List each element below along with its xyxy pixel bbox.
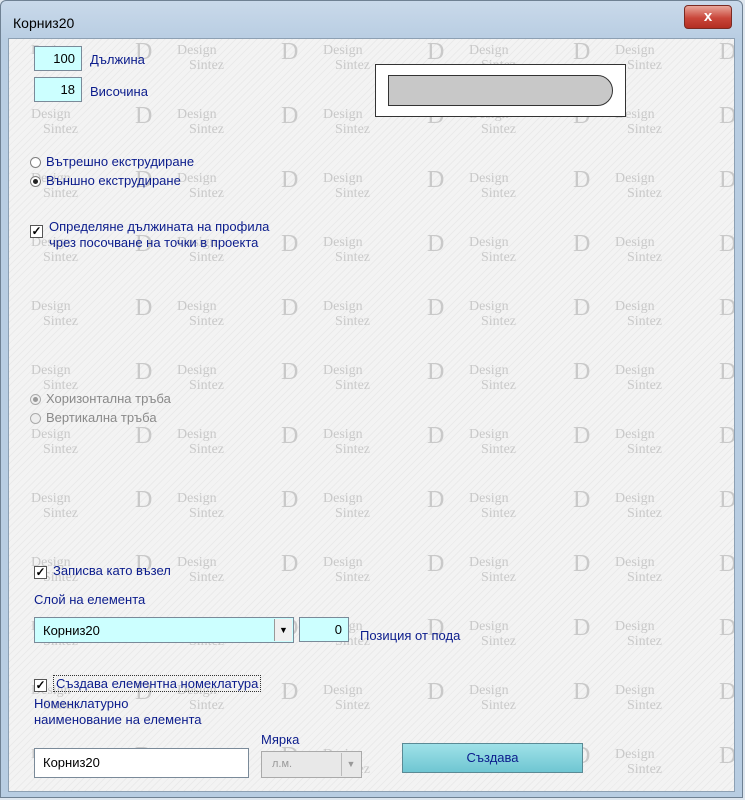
close-button[interactable]: x xyxy=(684,5,732,29)
watermark-tile: DDesignSintez xyxy=(427,551,516,585)
layer-select-value: Корниз20 xyxy=(43,623,100,638)
watermark-tile: DDesignSintez xyxy=(427,295,516,329)
watermark-tile: DDesignSintez xyxy=(573,744,662,777)
nomenclature-checkbox[interactable]: ✓ xyxy=(34,679,47,692)
length-label: Дължина xyxy=(90,52,145,67)
define-length-label-line1: Определяне дължината на профила xyxy=(49,219,270,234)
inner-extrusion-radio[interactable] xyxy=(30,157,41,168)
profile-preview xyxy=(375,64,626,117)
watermark-tile: DDesignSintez xyxy=(573,487,662,521)
watermark-tile: DDesignSintez xyxy=(719,487,735,513)
watermark-tile: DDesignSintez xyxy=(281,679,370,713)
watermark-tile: DDesignSintez xyxy=(31,427,78,457)
nomenclature-name-input[interactable]: Корниз20 xyxy=(34,748,249,778)
watermark-tile: DDesignSintez xyxy=(573,423,662,457)
save-as-node-checkbox[interactable]: ✓ xyxy=(34,566,47,579)
window-title: Корниз20 xyxy=(13,15,75,31)
watermark-tile: DDesignSintez xyxy=(719,231,735,257)
layer-label: Слой на елемента xyxy=(34,592,146,607)
watermark-tile: DDesignSintez xyxy=(135,295,224,329)
watermark-tile: DDesignSintez xyxy=(573,679,662,713)
watermark-tile: DDesignSintez xyxy=(719,39,735,65)
height-label: Височина xyxy=(90,84,148,99)
watermark-tile: DDesignSintez xyxy=(427,359,516,393)
watermark-tile: DDesignSintez xyxy=(427,167,516,201)
define-length-checkbox[interactable]: ✓ xyxy=(30,225,43,238)
save-as-node-label: Записва като възел xyxy=(53,563,171,578)
watermark-tile: DDesignSintez xyxy=(719,295,735,321)
watermark-tile: DDesignSintez xyxy=(719,359,735,385)
watermark-tile: DDesignSintez xyxy=(281,551,370,585)
watermark-tile: DDesignSintez xyxy=(719,103,735,129)
create-button[interactable]: Създава xyxy=(402,743,583,773)
watermark-tile: DDesignSintez xyxy=(427,679,516,713)
watermark-tile: DDesignSintez xyxy=(135,103,224,137)
dialog-window: Корниз20 x D Design Sintez D Design Sintez D De… xyxy=(0,0,743,798)
watermark-tile: DDesignSintez xyxy=(135,487,224,521)
chevron-down-icon[interactable]: ▼ xyxy=(274,619,292,641)
height-input[interactable]: 18 xyxy=(34,77,82,102)
watermark-tile: DDesignSintez xyxy=(427,231,516,265)
vertical-pipe-label: Вертикална тръба xyxy=(46,410,157,425)
watermark-tile: DDesignSintez xyxy=(719,551,735,577)
watermark-tile: DDesignSintez xyxy=(31,299,78,329)
watermark-tile: DDesignSintez xyxy=(427,423,516,457)
watermark-tile: DDesignSintez xyxy=(135,423,224,457)
watermark-tile: DDesignSintez xyxy=(573,231,662,265)
watermark-tile: DDesignSintez xyxy=(31,491,78,521)
watermark-tile: DDesignSintez xyxy=(573,167,662,201)
watermark-tile: DDesignSintez xyxy=(31,107,78,137)
profile-shape xyxy=(388,75,613,106)
unit-label: Мярка xyxy=(261,732,300,747)
watermark-tile: DDesignSintez xyxy=(281,423,370,457)
title-bar[interactable]: Корниз20 x xyxy=(1,1,742,41)
watermark-tile: DDesignSintez xyxy=(427,487,516,521)
floor-position-input[interactable]: 0 xyxy=(299,617,349,642)
outer-extrusion-label: Външно екструдиране xyxy=(46,173,181,188)
watermark-tile: DDesignSintez xyxy=(573,295,662,329)
nomenclature-name-label-line1: Номенклатурно xyxy=(34,696,129,711)
watermark-tile: DDesignSintez xyxy=(573,551,662,585)
define-length-label-line2: чрез посочване на точки в проекта xyxy=(49,235,259,250)
length-input[interactable]: 100 xyxy=(34,46,82,71)
chevron-down-icon[interactable]: ▼ xyxy=(341,753,360,776)
layer-select[interactable]: Корниз20 ▼ xyxy=(34,617,294,643)
watermark-tile: DDesignSintez xyxy=(719,679,735,705)
close-icon: x xyxy=(703,8,713,25)
vertical-pipe-radio[interactable] xyxy=(30,413,41,424)
horizontal-pipe-label: Хоризонтална тръба xyxy=(46,391,171,406)
watermark-tile: DDesignSintez xyxy=(719,167,735,193)
horizontal-pipe-radio[interactable] xyxy=(30,394,41,405)
watermark-tile: DDesignSintez xyxy=(135,39,224,73)
dialog-body: DDesignSintez DDesignSintez DDesignSintez D… xyxy=(8,38,735,792)
watermark-tile: DDesignSintez xyxy=(281,231,370,265)
watermark-tile: DDesignSintez xyxy=(573,615,662,649)
watermark-tile: DDesignSintez xyxy=(281,487,370,521)
unit-select-value: л.м. xyxy=(272,758,293,770)
nomenclature-name-label-line2: наименование на елемента xyxy=(34,712,202,727)
outer-extrusion-radio[interactable] xyxy=(30,176,41,187)
inner-extrusion-label: Вътрешно екструдиране xyxy=(46,154,195,169)
watermark-tile: DDesignSintez xyxy=(281,359,370,393)
nomenclature-label: Създава елементна номеклатура xyxy=(53,675,262,692)
watermark-tile: DDesignSintez xyxy=(573,359,662,393)
floor-position-label: Позиция от пода xyxy=(360,628,461,643)
watermark-tile: DDesignSintez xyxy=(719,423,735,449)
watermark-tile: DDesignSintez xyxy=(281,167,370,201)
watermark-tile: DDesignSintez xyxy=(281,295,370,329)
watermark-tile: DDesignSintez xyxy=(719,615,735,641)
unit-select[interactable]: л.м. ▼ xyxy=(261,751,362,778)
watermark-tile: DDesignSintez xyxy=(719,743,735,769)
